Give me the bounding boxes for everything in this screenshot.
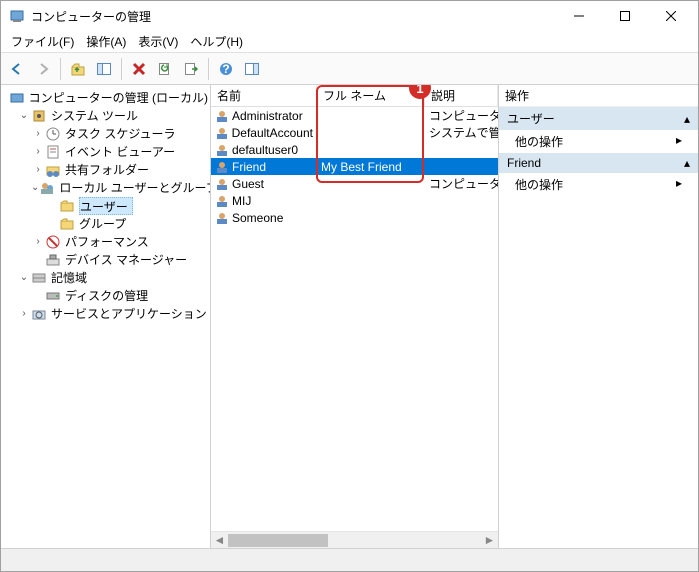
scroll-thumb[interactable] [228,534,328,547]
action-header: 操作 [499,85,698,107]
help-button[interactable]: ? [214,57,238,81]
app-icon [9,8,25,24]
list-panel: 名前 フル ネーム 説明 Administratorコンピューター/ドDefau… [211,85,498,548]
tree-users[interactable]: ユーザー [3,197,208,215]
cell-name: DefaultAccount [211,126,317,140]
horizontal-scrollbar[interactable]: ◄ ► [211,531,498,548]
chevron-right-icon: ▸ [676,176,682,193]
back-button[interactable] [5,57,29,81]
refresh-button[interactable] [153,57,177,81]
menu-help[interactable]: ヘルプ(H) [184,31,249,52]
tree-label: 共有フォルダー [65,161,149,179]
table-row[interactable]: Someone [211,209,498,226]
list-rows[interactable]: Administrator コンピューター/ド DefaultAccount システム… [211,107,498,531]
tree-panel[interactable]: コンピューターの管理 (ローカル) ⌄システム ツール ›タスク スケジューラ … [1,85,211,548]
tree-task-scheduler[interactable]: ›タスク スケジューラ [3,125,208,143]
tree-disk-management[interactable]: ディスクの管理 [3,287,208,305]
chevron-right-icon: ▸ [676,133,682,150]
tree-users-label: ユーザー [79,197,133,215]
action-pane-button[interactable] [240,57,264,81]
tree-label: 記憶域 [51,269,87,287]
titlebar: コンピューターの管理 [1,1,698,31]
action-panel: 操作 ユーザー ▴ 他の操作 ▸ Friend ▴ 他の操作 ▸ [498,85,698,548]
cell-fullname: My Best Friend [317,160,425,174]
cell-name: Administrator [211,109,317,123]
table-row[interactable]: MIJ [211,192,498,209]
status-bar [1,549,698,571]
cell-description: コンピューター/ド [425,107,498,124]
tree-label: システム ツール [51,107,138,125]
svg-text:?: ? [222,62,229,76]
action-section-label: ユーザー [507,110,555,127]
tree-event-viewer[interactable]: ›イベント ビューアー [3,143,208,161]
cell-name: defaultuser0 [211,143,317,157]
cell-description: システムで管理さ [425,124,498,141]
collapse-icon: ▴ [684,112,690,126]
tree-storage[interactable]: ⌄記憶域 [3,269,208,287]
tree-label: パフォーマンス [65,233,149,251]
tree-shared-folders[interactable]: ›共有フォルダー [3,161,208,179]
show-hide-tree-button[interactable] [92,57,116,81]
cell-name: Someone [211,211,317,225]
table-row[interactable]: defaultuser0 [211,141,498,158]
collapse-icon: ▴ [684,156,690,170]
tree-services-apps[interactable]: ›サービスとアプリケーション [3,305,208,323]
toolbar: ? [1,53,698,85]
tree-root-label: コンピューターの管理 (ローカル) [29,89,208,107]
action-other-2[interactable]: 他の操作 ▸ [499,173,698,196]
delete-button[interactable] [127,57,151,81]
menubar: ファイル(F) 操作(A) 表示(V) ヘルプ(H) [1,31,698,53]
maximize-button[interactable] [602,1,648,31]
action-section-users[interactable]: ユーザー ▴ [499,107,698,130]
tree-groups[interactable]: グループ [3,215,208,233]
cell-name: Friend [211,160,317,174]
table-row[interactable]: FriendMy Best Friend [211,158,498,175]
tree-system-tools[interactable]: ⌄システム ツール [3,107,208,125]
close-button[interactable] [648,1,694,31]
tree-label: タスク スケジューラ [65,125,176,143]
action-item-label: 他の操作 [515,176,563,193]
column-fullname[interactable]: フル ネーム [317,85,425,106]
export-list-button[interactable] [179,57,203,81]
tree-performance[interactable]: ›パフォーマンス [3,233,208,251]
scroll-left-arrow[interactable]: ◄ [211,532,228,549]
tree-label: グループ [79,215,126,233]
minimize-button[interactable] [556,1,602,31]
cell-name: Guest [211,177,317,191]
table-row[interactable]: Guest コンピューター/ド [211,175,498,192]
tree-label: サービスとアプリケーション [51,305,207,323]
forward-button[interactable] [31,57,55,81]
action-section-label: Friend [507,156,541,170]
window-title: コンピューターの管理 [31,8,556,25]
column-headers: 名前 フル ネーム 説明 [211,85,498,107]
menu-view[interactable]: 表示(V) [132,31,184,52]
cell-description: コンピューター/ド [425,175,498,192]
tree-label: ディスクの管理 [65,287,148,305]
action-other-1[interactable]: 他の操作 ▸ [499,130,698,153]
menu-file[interactable]: ファイル(F) [5,31,80,52]
action-item-label: 他の操作 [515,133,563,150]
column-name[interactable]: 名前 [211,85,317,106]
tree-local-users-groups[interactable]: ⌄ローカル ユーザーとグループ [3,179,208,197]
menu-action[interactable]: 操作(A) [80,31,132,52]
action-section-friend[interactable]: Friend ▴ [499,153,698,173]
tree-label: ローカル ユーザーとグループ [59,179,211,197]
scroll-right-arrow[interactable]: ► [481,532,498,549]
tree-root[interactable]: コンピューターの管理 (ローカル) [3,89,208,107]
up-button[interactable] [66,57,90,81]
tree-label: イベント ビューアー [65,143,175,161]
tree-label: デバイス マネージャー [65,251,187,269]
cell-name: MIJ [211,194,317,208]
tree-device-manager[interactable]: デバイス マネージャー [3,251,208,269]
table-row[interactable]: Administrator コンピューター/ド [211,107,498,124]
table-row[interactable]: DefaultAccount システムで管理さ [211,124,498,141]
column-description[interactable]: 説明 [425,85,498,106]
